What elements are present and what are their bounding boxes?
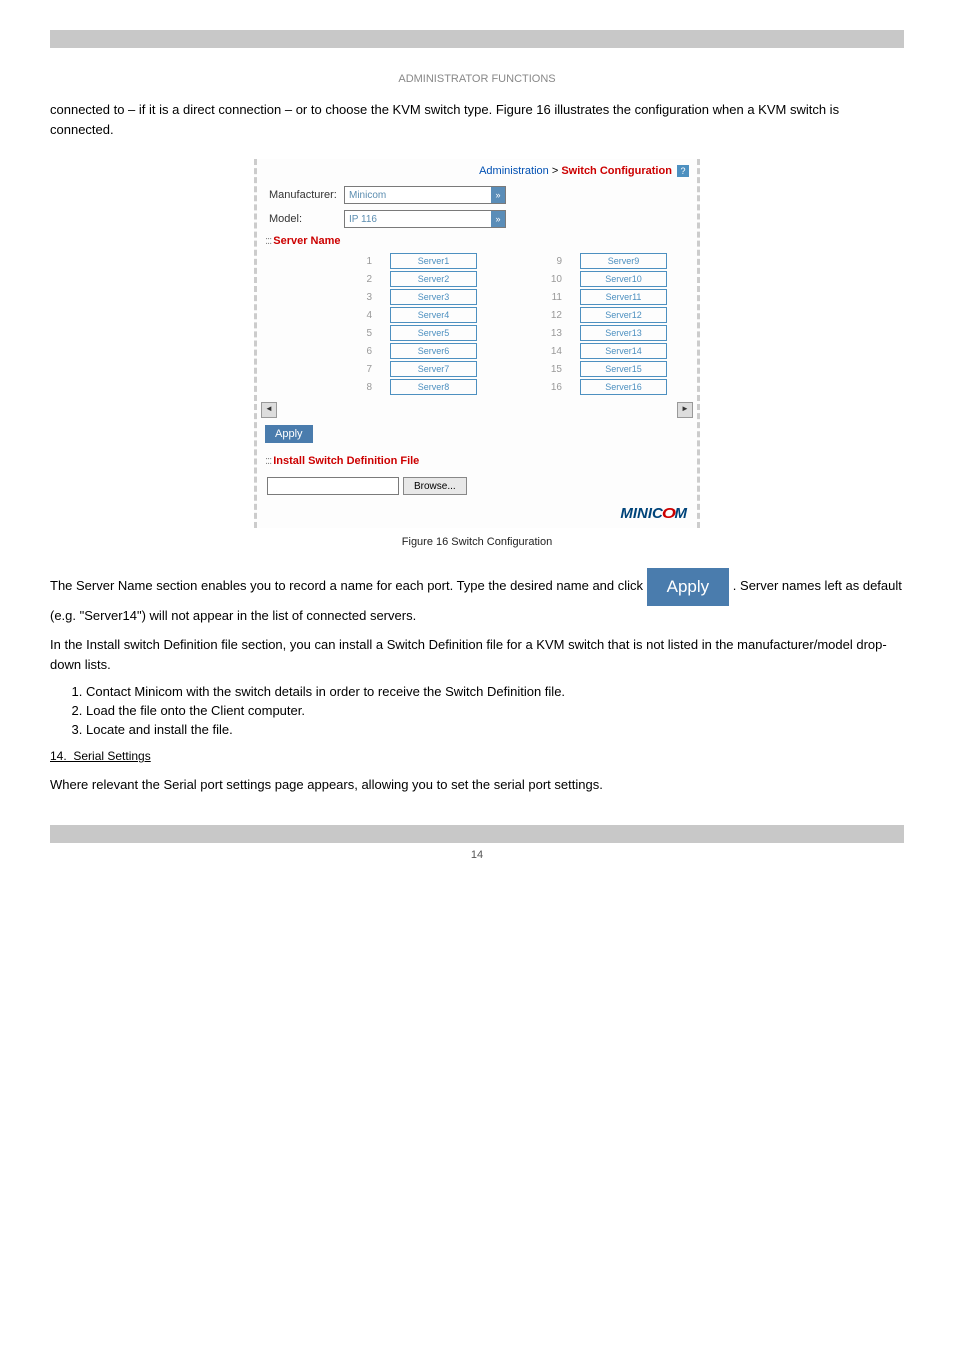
scroll-left-icon[interactable]: ◄ — [261, 402, 277, 418]
server-port-number: 7 — [354, 364, 372, 375]
figure-caption: Figure 16 Switch Configuration — [50, 536, 904, 548]
chevron-down-icon[interactable]: » — [491, 187, 505, 203]
page-header: ADMINISTRATOR FUNCTIONS — [50, 73, 904, 85]
server-name-input[interactable]: Server1 — [390, 253, 477, 269]
apply-button-illustration: Apply — [647, 568, 730, 606]
breadcrumb-current: Switch Configuration — [561, 165, 672, 177]
manufacturer-label: Manufacturer: — [269, 189, 344, 201]
model-value: IP 116 — [345, 214, 491, 225]
server-port-number: 13 — [544, 328, 562, 339]
server-name-input[interactable]: Server8 — [390, 379, 477, 395]
file-path-input[interactable] — [267, 477, 399, 495]
server-port-number: 3 — [354, 292, 372, 303]
instruction-list: Contact Minicom with the switch details … — [86, 684, 904, 737]
server-name-input[interactable]: Server3 — [390, 289, 477, 305]
list-item: Contact Minicom with the switch details … — [86, 684, 904, 699]
server-name-input[interactable]: Server12 — [580, 307, 667, 323]
breadcrumb: Administration > Switch Configuration ? — [257, 159, 697, 183]
section-14-heading: 14. Serial Settings — [50, 747, 904, 765]
model-label: Model: — [269, 213, 344, 225]
switch-config-figure: Administration > Switch Configuration ? … — [254, 159, 700, 528]
page-number: 14 — [50, 849, 904, 861]
server-port-number: 6 — [354, 346, 372, 357]
server-port-number: 14 — [544, 346, 562, 357]
help-icon[interactable]: ? — [677, 165, 689, 177]
server-name-input[interactable]: Server2 — [390, 271, 477, 287]
server-name-paragraph: The Server Name section enables you to r… — [50, 568, 904, 625]
server-name-input[interactable]: Server15 — [580, 361, 667, 377]
server-name-input[interactable]: Server16 — [580, 379, 667, 395]
scroll-right-icon[interactable]: ► — [677, 402, 693, 418]
footer-bar — [50, 825, 904, 843]
server-name-input[interactable]: Server11 — [580, 289, 667, 305]
server-port-number: 15 — [544, 364, 562, 375]
horizontal-scrollbar[interactable]: ◄ ► — [261, 403, 693, 417]
server-grid: 1Server12Server23Server34Server45Server5… — [257, 251, 697, 397]
server-name-header: Server Name — [257, 231, 697, 251]
server-port-number: 1 — [354, 256, 372, 267]
server-port-number: 10 — [544, 274, 562, 285]
section-14-body: Where relevant the Serial port settings … — [50, 775, 904, 795]
server-port-number: 12 — [544, 310, 562, 321]
chevron-down-icon[interactable]: » — [491, 211, 505, 227]
server-name-input[interactable]: Server6 — [390, 343, 477, 359]
model-select[interactable]: IP 116 » — [344, 210, 506, 228]
minicom-logo: MINICOM — [257, 501, 697, 528]
manufacturer-select[interactable]: Minicom » — [344, 186, 506, 204]
list-item: Load the file onto the Client computer. — [86, 703, 904, 718]
server-port-number: 16 — [544, 382, 562, 393]
server-name-input[interactable]: Server14 — [580, 343, 667, 359]
server-port-number: 8 — [354, 382, 372, 393]
header-bar — [50, 30, 904, 48]
install-switch-paragraph: In the Install switch Definition file se… — [50, 635, 904, 674]
manufacturer-value: Minicom — [345, 190, 491, 201]
server-name-input[interactable]: Server7 — [390, 361, 477, 377]
server-name-input[interactable]: Server4 — [390, 307, 477, 323]
list-item: Locate and install the file. — [86, 722, 904, 737]
apply-button[interactable]: Apply — [265, 425, 313, 443]
server-name-input[interactable]: Server10 — [580, 271, 667, 287]
breadcrumb-admin[interactable]: Administration — [479, 165, 549, 177]
server-port-number: 4 — [354, 310, 372, 321]
server-port-number: 11 — [544, 292, 562, 303]
server-port-number: 5 — [354, 328, 372, 339]
intro-paragraph: connected to – if it is a direct connect… — [50, 100, 904, 139]
server-name-input[interactable]: Server13 — [580, 325, 667, 341]
install-file-header: Install Switch Definition File — [257, 451, 697, 471]
server-name-input[interactable]: Server5 — [390, 325, 477, 341]
server-port-number: 2 — [354, 274, 372, 285]
browse-button[interactable]: Browse... — [403, 477, 467, 495]
server-port-number: 9 — [544, 256, 562, 267]
server-name-input[interactable]: Server9 — [580, 253, 667, 269]
